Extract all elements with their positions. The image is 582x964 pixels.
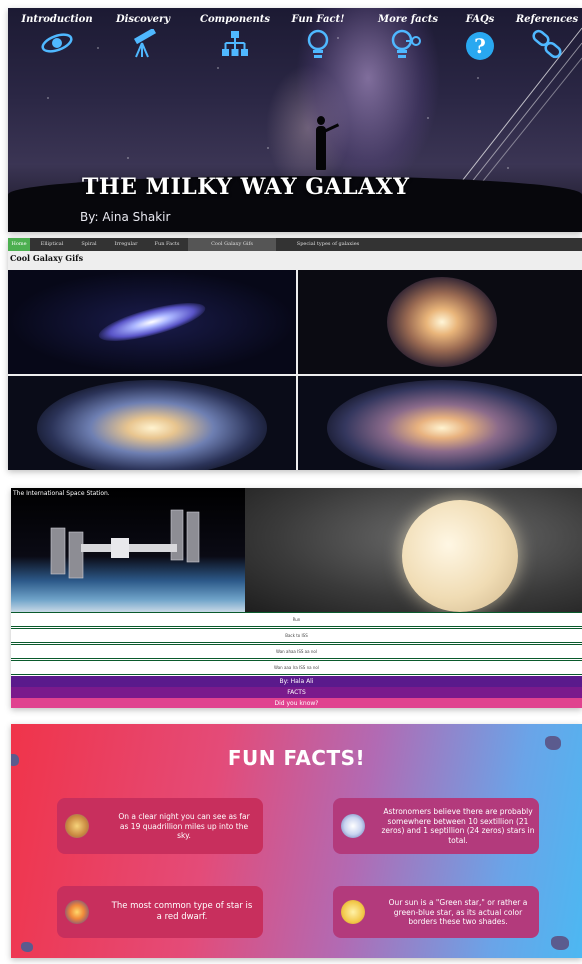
fun-facts-title: FUN FACTS!	[227, 746, 366, 770]
lightbulb-icon	[288, 29, 348, 61]
nav-faqs[interactable]: FAQs ?	[460, 14, 500, 61]
tab-irregular[interactable]: Irregular	[106, 238, 146, 251]
nav-introduction[interactable]: Introduction	[12, 14, 102, 61]
person-silhouette	[316, 116, 326, 170]
nav-references[interactable]: References	[512, 14, 582, 61]
observatory-icon	[341, 814, 365, 838]
menu-row[interactable]: Wan aaa lra ISS na nol	[11, 660, 582, 675]
galaxy-icon	[12, 29, 102, 61]
tab-fun-facts[interactable]: Fun Facts	[148, 238, 186, 251]
tab-spiral[interactable]: Spiral	[74, 238, 104, 251]
telescope-icon	[110, 27, 176, 61]
galaxy-gif-3	[8, 376, 296, 470]
fact-card: On a clear night you can see as far as 1…	[57, 798, 263, 854]
tab-special-types[interactable]: Special types of galaxies	[278, 238, 378, 251]
nav-discovery[interactable]: Discovery	[110, 14, 176, 61]
nav-label: FAQs	[465, 14, 495, 25]
moon-icon	[341, 900, 365, 924]
hierarchy-icon	[194, 29, 276, 61]
nav-label: More facts	[378, 14, 438, 25]
author-text: By: Aina Shakir	[80, 210, 171, 224]
tab-home[interactable]: Home	[8, 238, 30, 251]
idea-key-icon	[370, 29, 446, 61]
tab-bar: Home Elliptical Spiral Irregular Fun Fac…	[8, 238, 582, 251]
link-icon	[512, 29, 582, 61]
tab-cool-galaxy-gifs[interactable]: Cool Galaxy Gifs	[188, 238, 276, 251]
hamburger-planet-icon	[65, 814, 89, 838]
page-title: THE MILKY WAY GALAXY	[82, 174, 410, 200]
nav-label: Introduction	[21, 14, 93, 25]
galaxy-gif-2	[298, 270, 582, 374]
menu-row[interactable]: Back to ISS	[11, 628, 582, 643]
iss-caption: The International Space Station.	[13, 490, 110, 497]
section-heading: Cool Galaxy Gifs	[10, 253, 84, 263]
nav-label: Fun Fact!	[291, 14, 345, 25]
fact-card: Astronomers believe there are probably s…	[333, 798, 539, 854]
nav-label: Components	[199, 14, 271, 25]
tab-elliptical[interactable]: Elliptical	[32, 238, 72, 251]
asteroid-decoration	[21, 942, 33, 952]
galaxy-gif-1	[8, 270, 296, 374]
did-you-know-bar[interactable]: Did you know?	[11, 698, 582, 708]
asteroid-decoration	[551, 936, 569, 950]
nav-label: References	[515, 14, 579, 25]
iss-menu: Run Back to ISS Wan ahaa ISS aa nol Wan …	[11, 612, 582, 708]
fact-text: The most common type of star is a red dw…	[111, 901, 253, 922]
nav-fun-fact[interactable]: Fun Fact!	[288, 14, 348, 61]
menu-row[interactable]: Wan ahaa ISS aa nol	[11, 644, 582, 659]
fact-card: The most common type of star is a red dw…	[57, 886, 263, 938]
author-bar: By: Hala Ali	[11, 676, 582, 687]
fact-text: On a clear night you can see as far as 1…	[118, 811, 250, 840]
facts-bar[interactable]: FACTS	[11, 687, 582, 698]
moon-image	[245, 488, 582, 612]
iss-image	[11, 488, 245, 612]
galaxy-gif-4	[298, 376, 582, 470]
nav-label: Discovery	[115, 14, 171, 25]
nav-components[interactable]: Components	[194, 14, 276, 61]
question-icon: ?	[460, 29, 500, 61]
fun-facts-page: FUN FACTS! On a clear night you can see …	[11, 724, 582, 958]
fact-card: Our sun is a "Green star," or rather a g…	[333, 886, 539, 938]
full-moon	[402, 500, 518, 612]
rocket-icon	[65, 900, 89, 924]
nav-more-facts[interactable]: More facts	[370, 14, 446, 61]
fact-text: Our sun is a "Green star," or rather a g…	[388, 897, 528, 926]
galaxy-gifs-page: Home Elliptical Spiral Irregular Fun Fac…	[8, 238, 582, 470]
menu-row[interactable]: Run	[11, 612, 582, 627]
main-nav: Introduction Discovery Components Fun Fa…	[8, 14, 582, 74]
fact-text: Astronomers believe there are probably s…	[381, 807, 535, 845]
iss-page: The International Space Station. Run Bac…	[11, 488, 582, 708]
milky-way-header: Introduction Discovery Components Fun Fa…	[8, 8, 582, 232]
